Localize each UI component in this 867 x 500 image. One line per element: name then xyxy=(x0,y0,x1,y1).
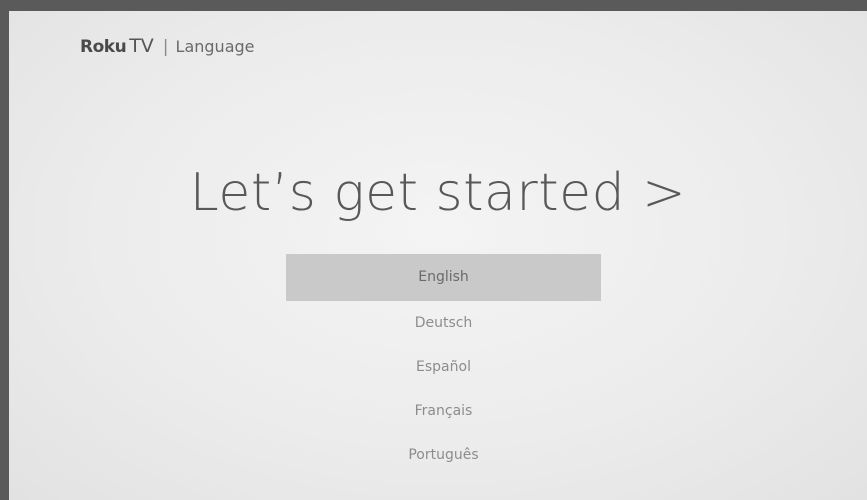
header: Roku TV | Language xyxy=(80,35,255,57)
language-list: English Deutsch Español Français Portugu… xyxy=(286,254,601,477)
language-option-deutsch[interactable]: Deutsch xyxy=(286,301,601,345)
page-title: Let’s get started > xyxy=(189,163,687,223)
language-option-francais[interactable]: Français xyxy=(286,389,601,433)
tv-logo-text: TV xyxy=(129,35,154,57)
language-option-portugues[interactable]: Português xyxy=(286,433,601,477)
language-option-english[interactable]: English xyxy=(286,254,601,301)
header-separator: | xyxy=(162,37,169,57)
tv-screen: Roku TV | Language Let’s get started > E… xyxy=(9,11,867,500)
section-title: Language xyxy=(175,37,255,56)
roku-logo: Roku xyxy=(80,37,127,57)
language-option-espanol[interactable]: Español xyxy=(286,345,601,389)
